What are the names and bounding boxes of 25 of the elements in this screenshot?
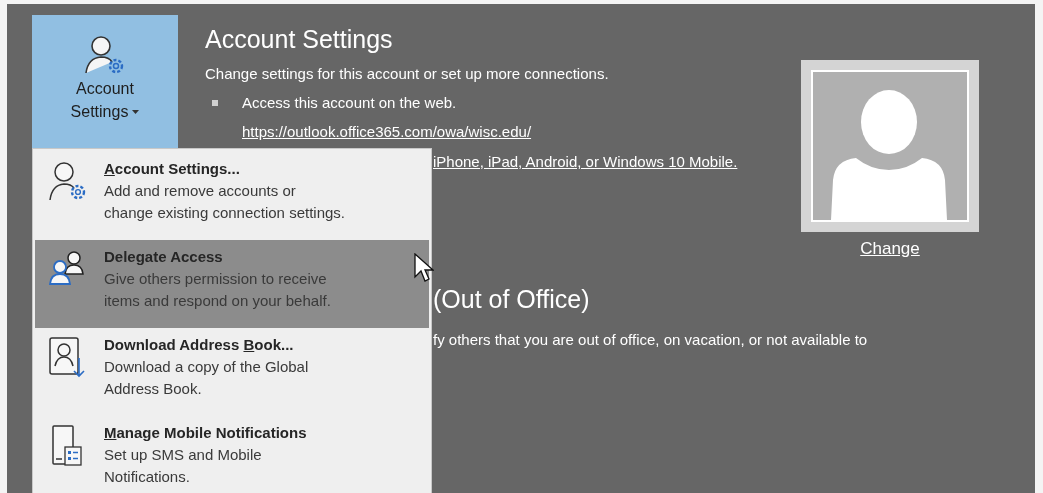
section-description: Change settings for this account or set up more connections. (205, 64, 610, 84)
menu-item[interactable]: Manage Mobile Notifications Set up SMS and Mobile Notifications. (35, 416, 429, 493)
section-title: Account Settings (205, 24, 394, 55)
mobile-link[interactable]: iPhone, iPad, Android, or Windows 10 Mobile. (433, 152, 738, 172)
account-settings-button[interactable]: Account Settings (32, 15, 178, 150)
menu-item-description: Set up SMS and Mobile Notifications. (104, 445, 263, 487)
bullet-text: Access this account on the web. (242, 93, 457, 113)
menu-item[interactable]: Download Address Book... Download a copy of the Global Address Book. (35, 328, 429, 416)
menu-item-title: Account Settings... (104, 159, 241, 179)
menu-item-title: Manage Mobile Notifications (104, 423, 307, 443)
menu-item-title: Delegate Access (104, 247, 224, 267)
menu-item[interactable]: Account Settings... Add and remove accounts or change existing connection settings. (35, 152, 429, 240)
avatar-placeholder-icon (811, 70, 969, 222)
menu-item-description: Download a copy of the Global Address Book. (104, 357, 309, 399)
out-of-office-title: (Out of Office) (433, 284, 591, 315)
menu-item-description: Give others permission to receive items and respond on your behalf. (104, 269, 331, 311)
web-link[interactable]: https://outlook.office365.com/owa/wisc.edu/ (242, 122, 795, 142)
menu-item[interactable]: Delegate Access Give others permission to receive items and respond on your behalf. (35, 240, 429, 328)
menu-item-description: Add and remove accounts or change existing connection settings. (104, 181, 345, 223)
caret-icon (132, 109, 140, 114)
bullet-icon (212, 100, 218, 106)
cursor-icon (414, 253, 434, 283)
menu-item-title: Download Address Book... (104, 335, 295, 355)
change-photo-link[interactable]: Change (860, 238, 920, 260)
out-of-office-description: fy others that you are out of office, on vacation, or not available to (433, 330, 868, 350)
